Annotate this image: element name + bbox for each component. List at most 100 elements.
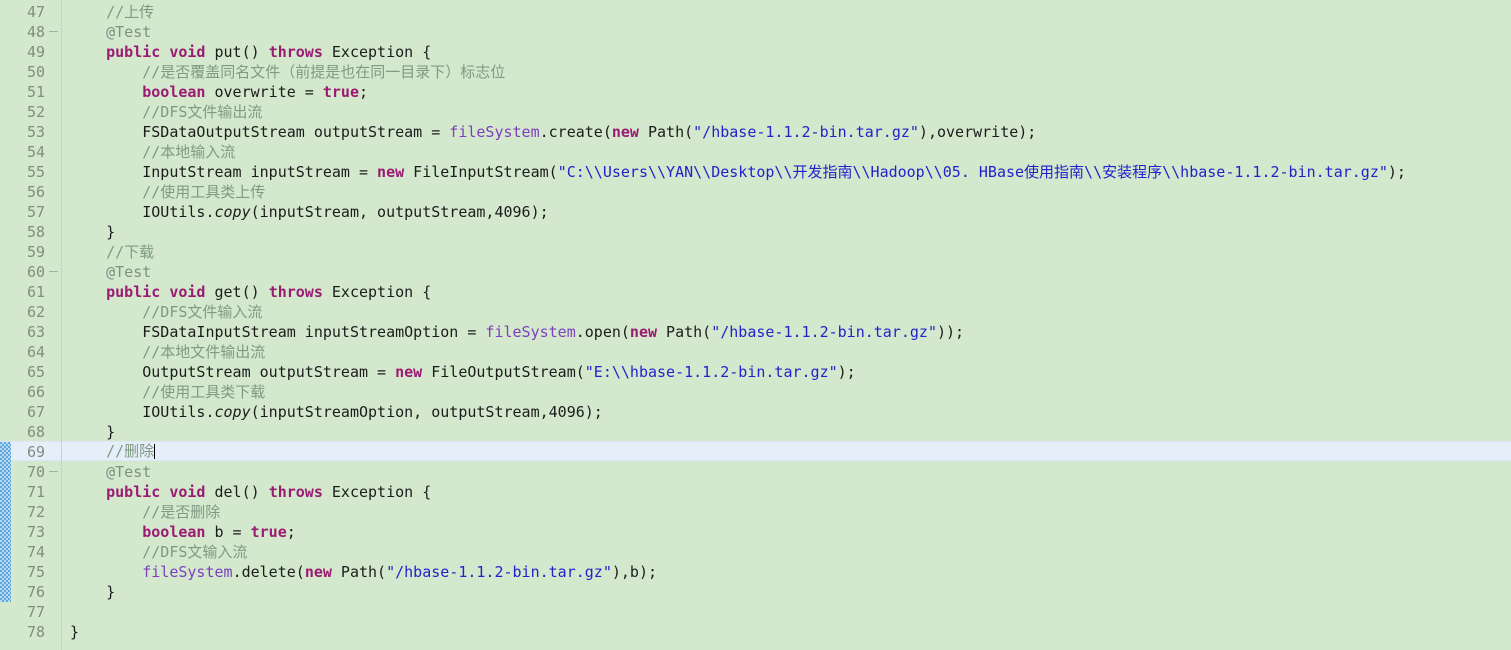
- gutter-row[interactable]: 52: [0, 102, 62, 122]
- code-line[interactable]: //下载: [0, 242, 1511, 262]
- code-token-kw: true: [250, 523, 287, 541]
- code-token-plain: .delete(: [232, 563, 305, 581]
- code-line[interactable]: FSDataInputStream inputStreamOption = fi…: [0, 322, 1511, 342]
- gutter-row[interactable]: 64: [0, 342, 62, 362]
- code-token-kw: throws: [268, 283, 323, 301]
- code-line[interactable]: boolean b = true;: [0, 522, 1511, 542]
- gutter-row[interactable]: 50: [0, 62, 62, 82]
- code-line-text: //使用工具类上传: [70, 182, 265, 202]
- gutter-row[interactable]: 57: [0, 202, 62, 222]
- code-token-plain: get(): [205, 283, 269, 301]
- line-number: 59: [26, 243, 45, 261]
- code-token-kw: boolean: [142, 83, 206, 101]
- code-line[interactable]: //DFS文件输出流: [0, 102, 1511, 122]
- code-line[interactable]: }: [0, 422, 1511, 442]
- code-line[interactable]: IOUtils.copy(inputStreamOption, outputSt…: [0, 402, 1511, 422]
- code-token-plain: FileOutputStream(: [422, 363, 585, 381]
- code-token-kw: public: [106, 283, 161, 301]
- code-token-cmt: //上传: [70, 3, 155, 21]
- code-token-str: "/hbase-1.1.2-bin.tar.gz": [693, 123, 919, 141]
- gutter-row[interactable]: 58: [0, 222, 62, 242]
- code-token-kw: void: [169, 483, 206, 501]
- code-token-plain: );: [837, 363, 856, 381]
- code-line[interactable]: //本地文件输出流: [0, 342, 1511, 362]
- code-line-text: IOUtils.copy(inputStreamOption, outputSt…: [70, 402, 603, 422]
- code-line[interactable]: }: [0, 622, 1511, 642]
- code-line[interactable]: @Test: [0, 262, 1511, 282]
- gutter-row[interactable]: 55: [0, 162, 62, 182]
- gutter-row[interactable]: 48: [0, 22, 62, 42]
- code-line[interactable]: //使用工具类上传: [0, 182, 1511, 202]
- code-line-text: //使用工具类下载: [70, 382, 265, 402]
- code-editor-pane[interactable]: 47 48 49 50 51 52 53 54 55 56 57 58 59 60 61 62 63 64 65 66…: [0, 0, 1511, 650]
- fold-collapse-icon[interactable]: [49, 271, 58, 272]
- line-number: 50: [26, 63, 45, 81]
- fold-collapse-icon[interactable]: [49, 471, 58, 472]
- gutter-row[interactable]: 59: [0, 242, 62, 262]
- code-line[interactable]: }: [0, 222, 1511, 242]
- code-line[interactable]: public void put() throws Exception {: [0, 42, 1511, 62]
- gutter-row[interactable]: 60: [0, 262, 62, 282]
- code-line-text: FSDataOutputStream outputStream = fileSy…: [70, 122, 1036, 142]
- code-token-str: "/hbase-1.1.2-bin.tar.gz": [711, 323, 937, 341]
- line-number: 58: [26, 223, 45, 241]
- line-number: 56: [26, 183, 45, 201]
- code-line[interactable]: InputStream inputStream = new FileInputS…: [0, 162, 1511, 182]
- code-line[interactable]: //是否覆盖同名文件（前提是也在同一目录下）标志位: [0, 62, 1511, 82]
- code-line[interactable]: //DFS文输入流: [0, 542, 1511, 562]
- code-line[interactable]: fileSystem.delete(new Path("/hbase-1.1.2…: [0, 562, 1511, 582]
- code-line[interactable]: //使用工具类下载: [0, 382, 1511, 402]
- code-line[interactable]: @Test: [0, 22, 1511, 42]
- gutter-row[interactable]: 54: [0, 142, 62, 162]
- fold-collapse-icon[interactable]: [49, 31, 58, 32]
- code-line[interactable]: @Test: [0, 462, 1511, 482]
- gutter-row[interactable]: 77: [0, 602, 62, 622]
- gutter-row[interactable]: 49: [0, 42, 62, 62]
- line-number: 69: [26, 443, 45, 461]
- code-line[interactable]: OutputStream outputStream = new FileOutp…: [0, 362, 1511, 382]
- gutter-row[interactable]: 65: [0, 362, 62, 382]
- code-line[interactable]: IOUtils.copy(inputStream, outputStream,4…: [0, 202, 1511, 222]
- gutter-row[interactable]: 78: [0, 622, 62, 642]
- code-line-text: //删除: [70, 442, 156, 460]
- code-line-current[interactable]: //删除: [0, 441, 1511, 461]
- code-line[interactable]: boolean overwrite = true;: [0, 82, 1511, 102]
- code-line[interactable]: public void del() throws Exception {: [0, 482, 1511, 502]
- gutter-row[interactable]: 53: [0, 122, 62, 142]
- gutter-row[interactable]: 68: [0, 422, 62, 442]
- code-line[interactable]: [0, 602, 1511, 622]
- code-token-plain: FSDataOutputStream outputStream =: [70, 123, 450, 141]
- gutter-row[interactable]: 62: [0, 302, 62, 322]
- code-token-fld: fileSystem: [485, 323, 576, 341]
- code-token-plain: ;: [359, 83, 369, 101]
- gutter-row[interactable]: 51: [0, 82, 62, 102]
- gutter-row[interactable]: 61: [0, 282, 62, 302]
- code-line[interactable]: //DFS文件输入流: [0, 302, 1511, 322]
- code-token-plain: ));: [936, 323, 965, 341]
- gutter-row[interactable]: 56: [0, 182, 62, 202]
- gutter-row[interactable]: 67: [0, 402, 62, 422]
- code-line[interactable]: public void get() throws Exception {: [0, 282, 1511, 302]
- code-line[interactable]: //本地输入流: [0, 142, 1511, 162]
- code-token-plain: Path(: [657, 323, 712, 341]
- code-token-plain: .create(: [539, 123, 612, 141]
- line-number: 78: [26, 623, 45, 641]
- code-line[interactable]: //上传: [0, 2, 1511, 22]
- line-number: 77: [26, 603, 45, 621]
- code-token-str: "/hbase-1.1.2-bin.tar.gz": [386, 563, 612, 581]
- change-marker-strip[interactable]: [0, 442, 11, 602]
- code-line[interactable]: }: [0, 582, 1511, 602]
- gutter-row[interactable]: 63: [0, 322, 62, 342]
- line-number: 55: [26, 163, 45, 181]
- line-number: 60: [26, 263, 45, 281]
- gutter-row[interactable]: 66: [0, 382, 62, 402]
- gutter-row[interactable]: 47: [0, 2, 62, 22]
- text-caret: [154, 444, 156, 459]
- code-line[interactable]: FSDataOutputStream outputStream = fileSy…: [0, 122, 1511, 142]
- code-line[interactable]: //是否删除: [0, 502, 1511, 522]
- code-token-cmt: //DFS文件输出流: [70, 103, 263, 121]
- code-token-sttc: copy: [214, 403, 251, 421]
- line-number: 76: [26, 583, 45, 601]
